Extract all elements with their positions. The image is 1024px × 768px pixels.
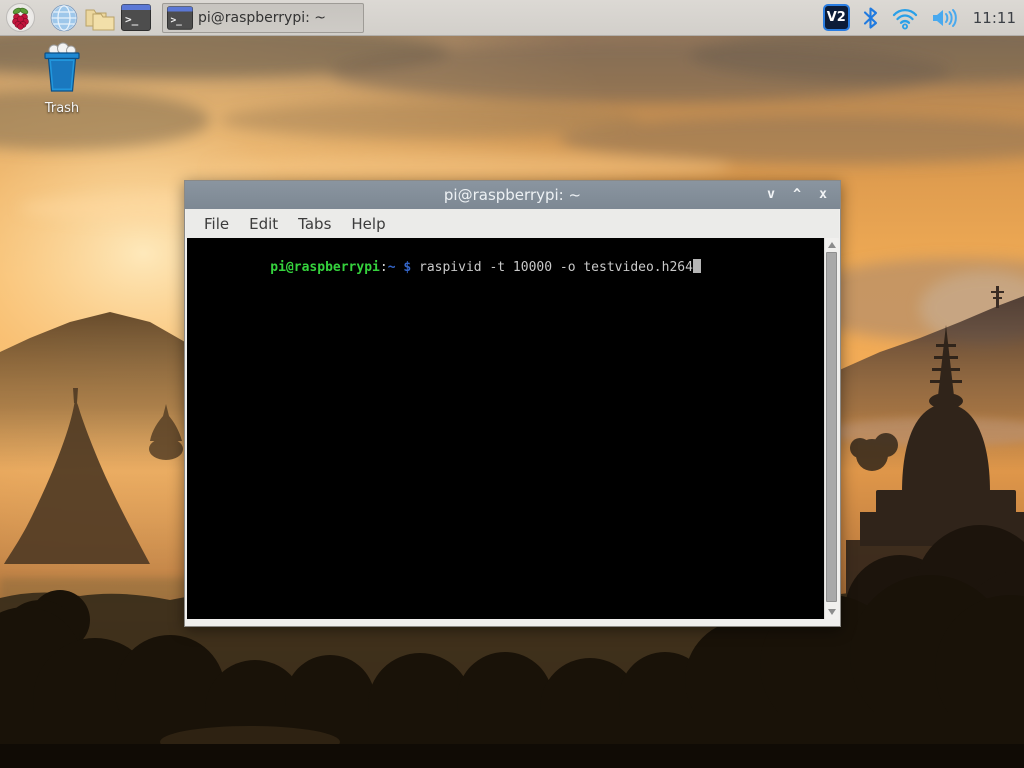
terminal-icon: >_ xyxy=(121,4,151,31)
vnc-icon[interactable]: V2 xyxy=(823,4,850,31)
scroll-up-arrow[interactable] xyxy=(828,242,836,248)
menu-edit[interactable]: Edit xyxy=(239,215,288,233)
trash-desktop-icon[interactable]: Trash xyxy=(28,42,96,116)
scroll-down-arrow[interactable] xyxy=(828,609,836,615)
typed-command: raspivid -t 10000 -o testvideo.h264 xyxy=(419,260,693,275)
svg-text:>_: >_ xyxy=(170,14,182,25)
window-titlebar[interactable]: pi@raspberrypi: ~ v ^ x xyxy=(185,181,840,209)
web-browser-button[interactable] xyxy=(46,1,82,35)
terminal-chrome: pi@raspberrypi:~ $ raspivid -t 10000 -o … xyxy=(187,238,838,619)
taskbar-window-button[interactable]: >_ pi@raspberrypi: ~ xyxy=(162,3,364,33)
applications-menu-button[interactable] xyxy=(2,1,38,35)
shade-button[interactable]: v xyxy=(764,181,778,209)
svg-text:>_: >_ xyxy=(125,13,139,26)
menu-tabs[interactable]: Tabs xyxy=(288,215,341,233)
menu-file[interactable]: File xyxy=(194,215,239,233)
close-button[interactable]: x xyxy=(816,181,830,209)
maximize-button[interactable]: ^ xyxy=(790,177,804,213)
terminal-window: pi@raspberrypi: ~ v ^ x File Edit Tabs H… xyxy=(184,180,841,627)
trash-label: Trash xyxy=(28,101,96,116)
bluetooth-icon[interactable] xyxy=(863,6,879,30)
terminal-prompt-line: pi@raspberrypi:~ $ raspivid -t 10000 -o … xyxy=(192,242,824,293)
folder-icon xyxy=(84,4,116,32)
terminal-screen[interactable]: pi@raspberrypi:~ $ raspivid -t 10000 -o … xyxy=(187,238,824,619)
trash-icon xyxy=(38,42,86,94)
prompt-user-host: pi@raspberrypi xyxy=(270,260,380,275)
menu-help[interactable]: Help xyxy=(341,215,395,233)
terminal-scrollbar[interactable] xyxy=(824,238,838,619)
terminal-icon: >_ xyxy=(167,6,193,30)
scrollbar-thumb[interactable] xyxy=(826,252,837,602)
terminal-launcher-button[interactable]: >_ xyxy=(118,1,154,35)
prompt-cwd: ~ xyxy=(388,260,396,275)
taskbar: >_ >_ pi@raspberrypi: ~ V2 xyxy=(0,0,1024,36)
terminal-cursor xyxy=(693,259,701,273)
prompt-dollar: $ xyxy=(396,260,419,275)
desktop: >_ >_ pi@raspberrypi: ~ V2 xyxy=(0,0,1024,768)
prompt-colon: : xyxy=(380,260,388,275)
window-title: pi@raspberrypi: ~ xyxy=(185,186,840,204)
wifi-icon[interactable] xyxy=(892,6,918,30)
window-menubar: File Edit Tabs Help xyxy=(186,209,839,238)
window-controls: v ^ x xyxy=(764,181,830,209)
system-tray: V2 xyxy=(823,4,959,31)
globe-icon xyxy=(50,4,78,32)
file-manager-button[interactable] xyxy=(82,1,118,35)
clock[interactable]: 11:11 xyxy=(973,9,1016,27)
taskbar-window-label: pi@raspberrypi: ~ xyxy=(198,10,326,26)
raspberry-icon xyxy=(6,3,35,32)
volume-icon[interactable] xyxy=(931,6,959,30)
